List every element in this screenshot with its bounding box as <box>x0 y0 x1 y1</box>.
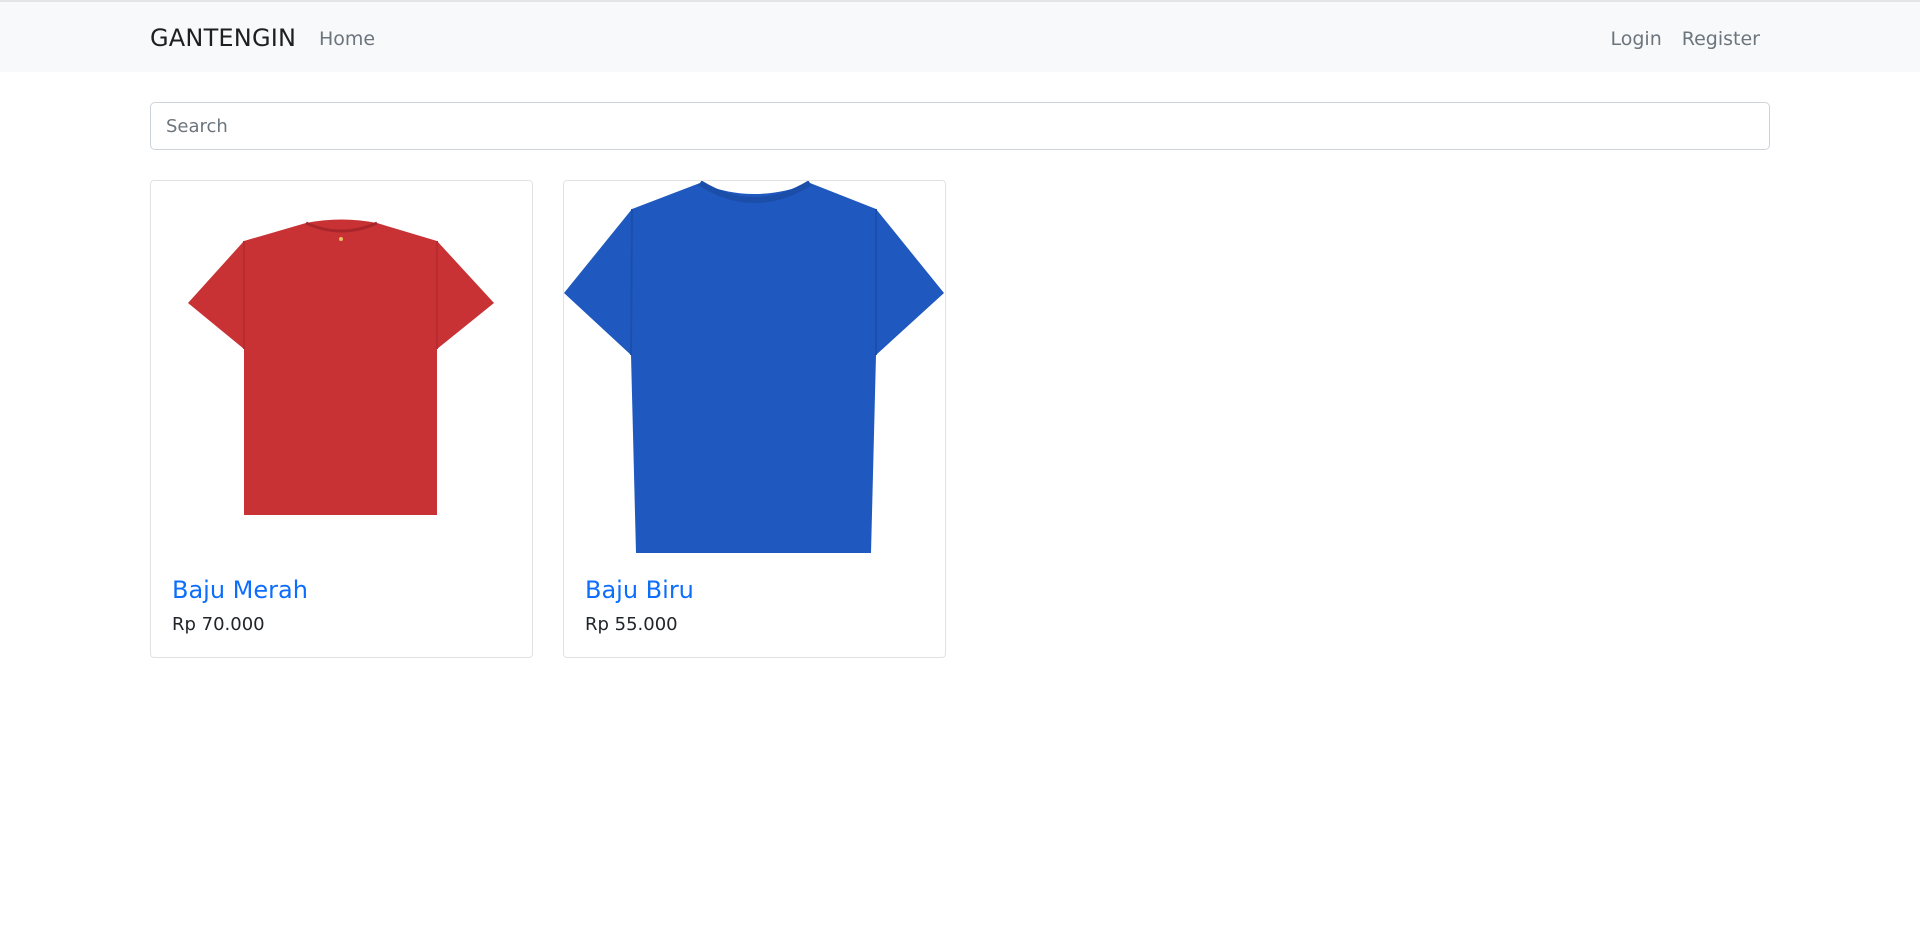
nav-home-link[interactable]: Home <box>319 28 375 50</box>
product-price: Rp 55.000 <box>585 614 678 635</box>
product-name[interactable]: Baju Biru <box>585 576 694 604</box>
brand-logo[interactable]: GANTENGIN <box>150 24 296 52</box>
search-input[interactable] <box>150 102 1770 150</box>
navbar: GANTENGIN Home Login Register <box>0 2 1920 72</box>
product-price: Rp 70.000 <box>172 614 265 635</box>
search-bar <box>150 102 1770 150</box>
nav-login-link[interactable]: Login <box>1611 28 1662 50</box>
blue-tshirt-image[interactable] <box>564 181 945 564</box>
product-name[interactable]: Baju Merah <box>172 576 308 604</box>
nav-register-link[interactable]: Register <box>1682 28 1760 50</box>
red-tshirt-image[interactable] <box>151 181 532 564</box>
product-card[interactable]: Baju Biru Rp 55.000 <box>563 180 946 658</box>
product-card[interactable]: Baju Merah Rp 70.000 <box>150 180 533 658</box>
nav-auth-links: Login Register <box>1611 28 1761 50</box>
